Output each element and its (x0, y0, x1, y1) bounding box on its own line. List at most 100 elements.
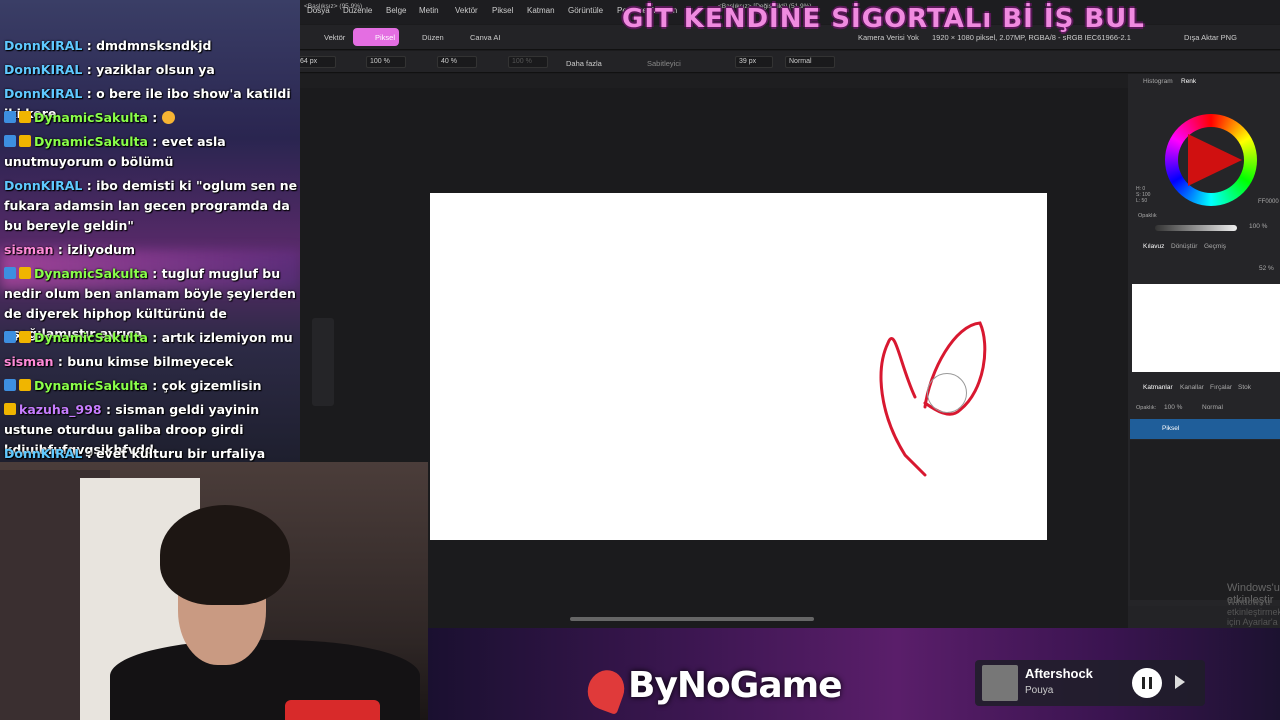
crown-badge-icon (19, 379, 31, 391)
chat-text: : dmdmnsksndkjd (82, 38, 212, 53)
crown-badge-icon (4, 403, 16, 415)
menu-düzenle[interactable]: Düzenle (343, 6, 372, 15)
horizontal-scrollbar[interactable] (570, 617, 814, 621)
flow-field[interactable]: 40 % (437, 56, 477, 68)
nav-zoom[interactable]: 52 % (1259, 265, 1274, 272)
chat-overlay: DonnKIRAL : dmdmnsksndkjd DonnKIRAL : yaz… (0, 0, 300, 462)
layer-row-selected[interactable] (1130, 419, 1280, 439)
chat-message: sisman : bunu kimse bilmeyecek (4, 352, 300, 372)
persona-vector-button[interactable]: Vektör (302, 28, 348, 46)
chat-nick[interactable]: DynamicSakulta (34, 266, 148, 281)
layers-list (1130, 440, 1280, 600)
prime-badge-icon (4, 135, 16, 147)
chat-nick[interactable]: DonnKIRAL (4, 62, 82, 77)
emoji-icon (161, 111, 175, 124)
prime-badge-icon (4, 111, 16, 123)
prime-badge-icon (4, 379, 16, 391)
chat-nick[interactable]: DynamicSakulta (34, 110, 148, 125)
tab-brushes[interactable]: Fırçalar (1210, 384, 1232, 391)
opacity-label: Opaklık (1138, 213, 1157, 219)
camera-info: Kamera Verisi Yok (858, 33, 919, 42)
pause-button[interactable] (1132, 668, 1162, 698)
chat-message: DynamicSakulta : evet asla unutmuyorum o… (4, 132, 300, 172)
opacity-value: 100 % (1249, 223, 1268, 230)
tab-channels[interactable]: Kanallar (1180, 384, 1204, 391)
layer-opacity-label: Opaklık: (1136, 405, 1157, 411)
color-triangle[interactable] (1188, 134, 1242, 186)
chat-nick[interactable]: sisman (4, 242, 54, 257)
stream-title: GİT KENDİNE SİGORTALı Bİ İŞ BUL (622, 4, 1145, 34)
blend-mode-select[interactable]: Normal (785, 56, 835, 68)
pause-icon-bar (1149, 677, 1152, 689)
tab-histogram[interactable]: Histogram (1143, 78, 1173, 85)
brush-tool-group[interactable] (312, 318, 334, 406)
crown-badge-icon (19, 331, 31, 343)
menu-görüntüle[interactable]: Görüntüle (568, 6, 603, 15)
width-field[interactable]: 39 px (735, 56, 773, 68)
chat-nick[interactable]: kazuha_998 (19, 402, 102, 417)
brush-cursor (927, 373, 967, 413)
tab-stock[interactable]: Stok (1238, 384, 1251, 391)
chat-message: DonnKIRAL : evet kulturu bir urfaliya ez… (4, 444, 300, 462)
pause-icon (1142, 677, 1145, 689)
opacity-field[interactable]: 100 % (366, 56, 406, 68)
chat-text: : (147, 110, 162, 125)
menu-vektör[interactable]: Vektör (455, 6, 478, 15)
crown-badge-icon (19, 267, 31, 279)
layer-blend-select[interactable]: Normal (1202, 404, 1223, 411)
tab-transform[interactable]: Dönüştür (1171, 243, 1197, 250)
album-art (982, 665, 1018, 701)
sponsor-logo-text: ByNoGame (628, 665, 843, 706)
prime-badge-icon (4, 267, 16, 279)
tab-layers[interactable]: Katmanlar (1143, 384, 1173, 391)
track-title: Aftershock (1025, 666, 1093, 681)
chat-text: : çok gizemlisin (147, 378, 262, 393)
persona-canva-button[interactable]: Canva AI (448, 28, 504, 46)
red-cup (285, 700, 380, 720)
chat-text: : izliyodum (53, 242, 135, 257)
chat-nick[interactable]: DonnKIRAL (4, 38, 82, 53)
more-button[interactable]: Daha fazla (566, 59, 602, 68)
persona-pixel-button[interactable]: Piksel (353, 28, 399, 46)
menu-belge[interactable]: Belge (386, 6, 406, 15)
navigator-thumbnail[interactable] (1132, 284, 1280, 372)
chat-message: DynamicSakulta : çok gizemlisin (4, 376, 300, 396)
chat-text: : bunu kimse bilmeyecek (53, 354, 233, 369)
tab-color[interactable]: Renk (1181, 78, 1196, 85)
stabilizer-toggle[interactable]: Sabitleyici (647, 59, 681, 68)
chat-nick[interactable]: DynamicSakulta (34, 134, 148, 149)
chat-nick[interactable]: DonnKIRAL (4, 446, 82, 461)
brush-size-field[interactable]: 64 px (296, 56, 336, 68)
chat-message: DonnKIRAL : yaziklar olsun ya (4, 60, 300, 80)
hardness-field[interactable]: 100 % (508, 56, 548, 68)
menu-dosya[interactable]: Dosya (307, 6, 330, 15)
opacity-slider[interactable] (1155, 225, 1237, 231)
chat-message: DonnKIRAL : ibo demisti ki "oglum sen ne… (4, 176, 300, 236)
track-artist: Pouya (1025, 685, 1054, 696)
chat-nick[interactable]: DynamicSakulta (34, 330, 148, 345)
crown-badge-icon (19, 111, 31, 123)
streamer-hair (160, 505, 290, 605)
menu-katman[interactable]: Katman (527, 6, 555, 15)
layer-opacity-field[interactable]: 100 % (1164, 404, 1182, 411)
tab-history[interactable]: Geçmiş (1204, 243, 1226, 250)
tab-navigator[interactable]: Kılavuz (1143, 243, 1164, 250)
export-button[interactable]: Dışa Aktar PNG (1184, 33, 1237, 42)
crown-badge-icon (19, 135, 31, 147)
chat-nick[interactable]: DonnKIRAL (4, 178, 82, 193)
layer-name[interactable]: Piksel (1162, 425, 1179, 432)
chat-nick[interactable]: DonnKIRAL (4, 86, 82, 101)
chat-nick[interactable]: DynamicSakulta (34, 378, 148, 393)
document-meta: 1920 × 1080 piksel, 2.07MP, RGBA/8 - sRG… (932, 33, 1131, 42)
hex-value[interactable]: FF0000 (1258, 199, 1279, 205)
chat-message: sisman : izliyodum (4, 240, 300, 260)
chat-message: DynamicSakulta : (4, 108, 300, 128)
next-track-icon[interactable] (1175, 675, 1185, 689)
chat-nick[interactable]: sisman (4, 354, 54, 369)
menu-piksel[interactable]: Piksel (492, 6, 513, 15)
menu-metin[interactable]: Metin (419, 6, 439, 15)
chat-text: : yaziklar olsun ya (82, 62, 215, 77)
persona-layout-button[interactable]: Düzen (400, 28, 446, 46)
chat-message: DynamicSakulta : artık izlemiyon mu (4, 328, 300, 348)
prime-badge-icon (4, 331, 16, 343)
